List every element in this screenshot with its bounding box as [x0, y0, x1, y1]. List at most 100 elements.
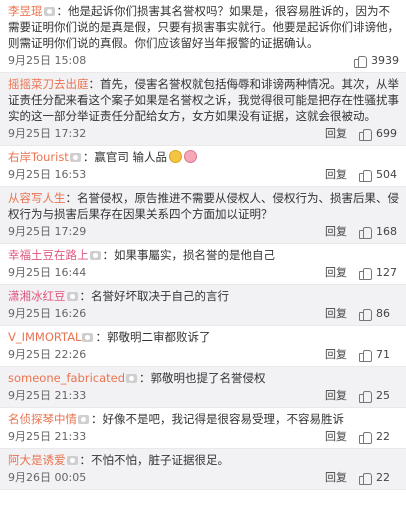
comment-meta: 9月25日 15:08 3939	[8, 51, 399, 69]
comment-timestamp: 9月25日 16:26	[8, 307, 87, 320]
comment-item: V_IMMORTAL ：郭敬明二审都败诉了 9月25日 22:26 回复 71	[0, 326, 406, 367]
comment-timestamp: 9月26日 00:05	[8, 471, 87, 484]
comment-username[interactable]: 潇湘冰红豆	[8, 289, 66, 303]
comment-username[interactable]: 右岸Tourist	[8, 150, 69, 164]
comment-item: someone_fabricated ：郭敬明也提了名誉侵权 9月25日 21:33…	[0, 367, 406, 408]
like-button[interactable]: 504	[359, 167, 399, 182]
comment-text-line: V_IMMORTAL ：郭敬明二审都败诉了	[8, 329, 399, 345]
like-count: 22	[376, 429, 390, 443]
comment-username[interactable]: someone_fabricated	[8, 371, 125, 385]
reply-button[interactable]: 回复	[325, 166, 347, 182]
thumbs-up-icon	[359, 128, 372, 141]
member-badge-icon	[82, 333, 94, 342]
username-separator: ：	[95, 330, 107, 344]
thumbs-up-icon	[359, 267, 372, 280]
comment-username[interactable]: 摇摇菜刀去出庭	[8, 77, 89, 91]
like-count: 168	[376, 224, 397, 238]
like-button[interactable]: 86	[359, 306, 399, 321]
like-button[interactable]: 22	[359, 470, 399, 485]
reply-button[interactable]: 回复	[325, 264, 347, 280]
username-separator: ：	[88, 77, 101, 91]
thumbs-up-icon	[359, 390, 372, 403]
comment-timestamp: 9月25日 22:26	[8, 348, 87, 361]
reply-button[interactable]: 回复	[325, 305, 347, 321]
comment-timestamp: 9月25日 17:29	[8, 225, 87, 238]
like-count: 71	[376, 347, 390, 361]
comment-body: 郭敬明也提了名誉侵权	[150, 371, 266, 385]
reply-button[interactable]: 回复	[325, 387, 347, 403]
comment-body: 不怕不怕，脏子证据很足。	[91, 453, 229, 467]
comment-timestamp: 9月25日 21:33	[8, 389, 87, 402]
comment-body: 好像不是吧，我记得是很容易受理，不容易胜诉	[102, 412, 345, 426]
comment-username[interactable]: 名侦探琴中情	[8, 412, 77, 426]
member-badge-icon	[69, 153, 81, 162]
comment-timestamp: 9月25日 21:33	[8, 430, 87, 443]
comment-body: 赢官司 输人品	[94, 150, 167, 164]
like-button[interactable]: 71	[359, 347, 399, 362]
reply-button[interactable]: 回复	[325, 346, 347, 362]
comment-username[interactable]: 幸福土豆在路上	[8, 248, 89, 262]
like-button[interactable]: 22	[359, 429, 399, 444]
like-button[interactable]: 699	[359, 126, 399, 141]
comment-username[interactable]: V_IMMORTAL	[8, 330, 81, 344]
comment-text-line: 从容写人生：名誉侵权，原告推进不需要从侵权人、侵权行为、损害后果、侵权行为与损害…	[8, 190, 399, 222]
like-count: 699	[376, 126, 397, 140]
comment-text-line: someone_fabricated ：郭敬明也提了名誉侵权	[8, 370, 399, 386]
like-button[interactable]: 3939	[354, 53, 399, 68]
thumbs-up-icon	[359, 431, 372, 444]
username-separator: ：	[79, 289, 92, 303]
comment-item: 潇湘冰红豆 ：名誉好坏取决于自己的言行 9月25日 16:26 回复 86	[0, 285, 406, 326]
reply-button[interactable]: 回复	[325, 469, 347, 485]
thumbs-up-icon	[359, 472, 372, 485]
member-badge-icon	[89, 251, 101, 260]
like-count: 22	[376, 470, 390, 484]
thumbs-up-icon	[354, 55, 367, 68]
comment-feed: 李昱琨 ：他是起诉你们损害其名誉权吗？如果是，很容易胜诉的，因为不需要证明你们说的…	[0, 0, 406, 507]
like-count: 86	[376, 306, 390, 320]
comment-meta: 9月25日 17:32 回复 699	[8, 124, 399, 142]
like-count: 127	[376, 265, 397, 279]
comment-body: 名誉好坏取决于自己的言行	[91, 289, 229, 303]
like-button[interactable]: 25	[359, 388, 399, 403]
comment-text-line: 名侦探琴中情 ：好像不是吧，我记得是很容易受理，不容易胜诉	[8, 411, 399, 427]
member-badge-icon	[66, 456, 78, 465]
thumbs-up-icon	[359, 308, 372, 321]
comment-text-line: 阿大是诱爱 ：不怕不怕，脏子证据很足。	[8, 452, 399, 468]
comment-item: 李昱琨 ：他是起诉你们损害其名誉权吗？如果是，很容易胜诉的，因为不需要证明你们说的…	[0, 0, 406, 73]
comment-item: 阿大是诱爱 ：不怕不怕，脏子证据很足。 9月26日 00:05 回复 22	[0, 449, 406, 490]
like-button[interactable]: 127	[359, 265, 399, 280]
comment-body: 郭敬明二审都败诉了	[106, 330, 211, 344]
reply-button[interactable]: 回复	[325, 125, 347, 141]
comment-item: 右岸Tourist ：赢官司 输人品 9月25日 16:53 回复 504	[0, 146, 406, 187]
comment-item: 幸福土豆在路上 ：如果事屬实，损名誉的是他自己 9月25日 16:44 回复 127	[0, 244, 406, 285]
comment-meta: 9月25日 16:26 回复 86	[8, 304, 399, 322]
comment-timestamp: 9月25日 15:08	[8, 54, 87, 67]
comment-item: 从容写人生：名誉侵权，原告推进不需要从侵权人、侵权行为、损害后果、侵权行为与损害…	[0, 187, 406, 244]
reply-button[interactable]: 回复	[325, 223, 347, 239]
like-count: 504	[376, 167, 397, 181]
username-separator: ：	[56, 4, 69, 18]
comment-meta: 9月25日 16:53 回复 504	[8, 165, 399, 183]
username-separator: ：	[82, 150, 95, 164]
comment-username[interactable]: 从容写人生	[8, 191, 66, 205]
like-count: 3939	[371, 53, 399, 67]
thumbs-up-icon	[359, 226, 372, 239]
username-separator: ：	[79, 453, 92, 467]
comment-username[interactable]: 阿大是诱爱	[8, 453, 66, 467]
comment-username[interactable]: 李昱琨	[8, 4, 43, 18]
comment-item: 名侦探琴中情 ：好像不是吧，我记得是很容易受理，不容易胜诉 9月25日 21:33 回…	[0, 408, 406, 449]
comment-meta: 9月25日 21:33 回复 22	[8, 427, 399, 445]
member-badge-icon	[66, 292, 78, 301]
like-count: 25	[376, 388, 390, 402]
member-badge-icon	[43, 7, 55, 16]
face-emoji-icon	[168, 150, 182, 163]
thumbs-up-icon	[359, 169, 372, 182]
reply-button[interactable]: 回复	[325, 428, 347, 444]
member-badge-icon	[126, 374, 138, 383]
username-separator: ：	[65, 191, 78, 205]
comment-text-line: 幸福土豆在路上 ：如果事屬实，损名誉的是他自己	[8, 247, 399, 263]
comment-body: 如果事屬实，损名誉的是他自己	[114, 248, 275, 262]
like-button[interactable]: 168	[359, 224, 399, 239]
pig-emoji-icon	[183, 150, 197, 163]
comment-meta: 9月25日 17:29 回复 168	[8, 222, 399, 240]
